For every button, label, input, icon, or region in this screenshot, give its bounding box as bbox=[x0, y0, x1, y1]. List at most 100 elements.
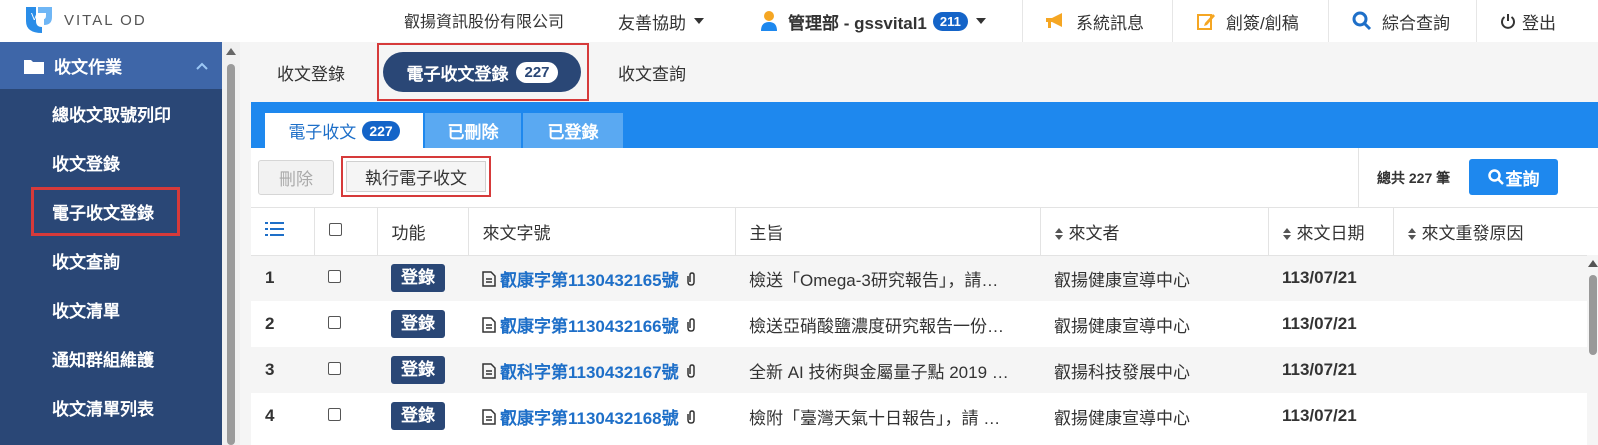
document-number-link[interactable]: 叡康字第1130432165號 bbox=[500, 271, 679, 290]
create-sign-link[interactable]: 創簽/創稿 bbox=[1196, 0, 1299, 42]
main-content: 收文登錄 電子收文登錄 227 收文查詢 電子收文 227 已刪除 已登錄 刪除… bbox=[240, 42, 1598, 445]
user-icon bbox=[760, 10, 778, 32]
column-order-header[interactable] bbox=[251, 208, 315, 256]
table-row[interactable]: 1 登錄 叡康字第1130432165號 檢送「Omega-3研究報告」，請… … bbox=[251, 255, 1598, 301]
table-scrollbar[interactable] bbox=[1587, 255, 1598, 445]
document-icon bbox=[482, 362, 496, 379]
chevron-down-icon bbox=[694, 18, 704, 24]
search-icon bbox=[1487, 169, 1504, 185]
column-subject-header: 主旨 bbox=[735, 208, 1041, 256]
row-docno: 叡康字第1130432166號 bbox=[468, 301, 735, 347]
row-checkbox[interactable] bbox=[328, 408, 341, 421]
logo[interactable]: V VITAL OD bbox=[22, 3, 162, 37]
attachment-icon[interactable] bbox=[685, 317, 697, 333]
row-sender: 叡揚科技發展中心 bbox=[1040, 347, 1268, 393]
chevron-down-icon bbox=[975, 18, 986, 24]
list-order-icon bbox=[265, 221, 284, 236]
sort-icon bbox=[1407, 228, 1416, 241]
document-number-link[interactable]: 叡康字第1130432168號 bbox=[500, 409, 679, 428]
column-sender-header[interactable]: 來文者 bbox=[1040, 208, 1269, 256]
sidebar-item-label: 電子收文登錄 bbox=[52, 204, 154, 223]
delete-button[interactable]: 刪除 bbox=[258, 160, 334, 195]
row-subject: 檢送「Omega-3研究報告」，請… bbox=[735, 255, 1040, 301]
tab-e-register[interactable]: 電子收文登錄 227 bbox=[377, 43, 589, 101]
chevron-up-icon bbox=[196, 62, 208, 70]
divider bbox=[1172, 0, 1173, 42]
register-button[interactable]: 登錄 bbox=[391, 402, 445, 430]
document-icon bbox=[482, 408, 496, 425]
select-all-checkbox[interactable] bbox=[328, 223, 342, 237]
tab-label: 收文查詢 bbox=[618, 64, 686, 84]
column-func-header: 功能 bbox=[377, 208, 469, 256]
register-button[interactable]: 登錄 bbox=[391, 356, 445, 384]
row-select bbox=[314, 393, 377, 439]
table-row[interactable]: 2 登錄 叡康字第1130432166號 檢送亞硝酸鹽濃度研究報告一份… 叡揚健… bbox=[251, 301, 1598, 347]
logout-link[interactable]: 登出 bbox=[1500, 0, 1556, 42]
row-checkbox[interactable] bbox=[328, 316, 341, 329]
row-number: 4 bbox=[251, 393, 314, 439]
sidebar-item-list-table[interactable]: 收文清單列表 bbox=[0, 383, 222, 432]
system-messages-link[interactable]: 系統訊息 bbox=[1044, 0, 1144, 42]
tab-register[interactable]: 收文登錄 bbox=[277, 52, 345, 92]
sidebar-item-label: 收文登錄 bbox=[52, 155, 120, 174]
row-date: 113/07/21 bbox=[1268, 255, 1393, 301]
attachment-icon[interactable] bbox=[685, 409, 697, 425]
row-subject: 全新 AI 技術與金屬量子點 2019 … bbox=[735, 347, 1040, 393]
sidebar-item-e-register[interactable]: 電子收文登錄 bbox=[31, 187, 180, 236]
help-menu[interactable]: 友善協助 bbox=[618, 0, 704, 42]
attachment-icon[interactable] bbox=[685, 363, 697, 379]
row-select bbox=[314, 255, 377, 301]
tab-deleted[interactable]: 已刪除 bbox=[425, 113, 521, 148]
row-action: 登錄 bbox=[377, 347, 468, 393]
sidebar-section-header[interactable]: 收文作業 bbox=[0, 42, 222, 89]
svg-text:V: V bbox=[31, 12, 38, 23]
tab-e-register-pill[interactable]: 電子收文登錄 227 bbox=[383, 52, 581, 92]
table-row[interactable]: 4 登錄 叡康字第1130432168號 檢附「臺灣天氣十日報告」，請 … 叡揚… bbox=[251, 393, 1598, 439]
row-subject: 檢送亞硝酸鹽濃度研究報告一份… bbox=[735, 301, 1040, 347]
column-reason-header[interactable]: 來文重發原因 bbox=[1393, 208, 1598, 256]
company-name: 叡揚資訊股份有限公司 bbox=[404, 14, 565, 31]
toolbar: 刪除 執行電子收文 總共 227 筆 查詢 bbox=[251, 148, 1598, 208]
table-row[interactable]: 3 登錄 叡科字第1130432167號 全新 AI 技術與金屬量子點 2019… bbox=[251, 347, 1598, 393]
document-number-link[interactable]: 叡科字第1130432167號 bbox=[500, 363, 679, 382]
user-menu[interactable]: 管理部 - gssvital1 211 bbox=[760, 0, 986, 42]
document-table: 功能 來文字號 主旨 來文者 來文日期 來文重發原因 1 登錄 叡康字第1130… bbox=[251, 208, 1598, 439]
document-number-link[interactable]: 叡康字第1130432166號 bbox=[500, 317, 679, 336]
scroll-up-icon[interactable] bbox=[1588, 260, 1598, 267]
scrollbar-thumb[interactable] bbox=[227, 64, 235, 445]
user-label: 管理部 - gssvital1 bbox=[788, 13, 927, 33]
column-label: 來文重發原因 bbox=[1421, 223, 1524, 243]
tab-label: 電子收文 bbox=[288, 123, 357, 142]
general-query-link[interactable]: 綜合查詢 bbox=[1352, 0, 1450, 42]
tab-e-docs[interactable]: 電子收文 227 bbox=[265, 113, 423, 148]
row-checkbox[interactable] bbox=[328, 362, 341, 375]
document-panel: 電子收文 227 已刪除 已登錄 刪除 執行電子收文 總共 227 筆 查詢 功… bbox=[251, 102, 1598, 445]
tab-registered[interactable]: 已登錄 bbox=[523, 113, 623, 148]
register-button[interactable]: 登錄 bbox=[391, 310, 445, 338]
tab-label: 收文登錄 bbox=[277, 64, 345, 84]
top-tabs: 收文登錄 電子收文登錄 227 收文查詢 bbox=[240, 42, 1598, 102]
row-subject: 檢附「臺灣天氣十日報告」，請 … bbox=[735, 393, 1040, 439]
sidebar-scrollbar[interactable] bbox=[222, 42, 240, 445]
register-button[interactable]: 登錄 bbox=[391, 264, 445, 293]
tab-query[interactable]: 收文查詢 bbox=[618, 52, 686, 92]
column-date-header[interactable]: 來文日期 bbox=[1268, 208, 1394, 256]
row-select bbox=[314, 347, 377, 393]
tab-label: 已登錄 bbox=[547, 123, 599, 142]
row-reason bbox=[1393, 301, 1598, 347]
sidebar-item-register[interactable]: 收文登錄 bbox=[0, 138, 222, 187]
sidebar-item-query[interactable]: 收文查詢 bbox=[0, 236, 222, 285]
sidebar-item-list[interactable]: 收文清單 bbox=[0, 285, 222, 334]
execute-e-receive-button[interactable]: 執行電子收文 bbox=[346, 161, 486, 192]
row-checkbox[interactable] bbox=[328, 270, 341, 284]
search-button[interactable]: 查詢 bbox=[1469, 159, 1558, 195]
attachment-icon[interactable] bbox=[685, 271, 697, 287]
scrollbar-thumb[interactable] bbox=[1589, 275, 1597, 355]
notification-badge: 211 bbox=[932, 11, 968, 31]
sidebar-item-notify-group[interactable]: 通知群組維護 bbox=[0, 334, 222, 383]
document-icon bbox=[482, 271, 496, 287]
count-badge: 227 bbox=[516, 61, 558, 83]
sidebar-item-print[interactable]: 總收文取號列印 bbox=[0, 89, 222, 138]
scroll-up-icon[interactable] bbox=[226, 48, 236, 55]
row-date: 113/07/21 bbox=[1268, 301, 1393, 347]
